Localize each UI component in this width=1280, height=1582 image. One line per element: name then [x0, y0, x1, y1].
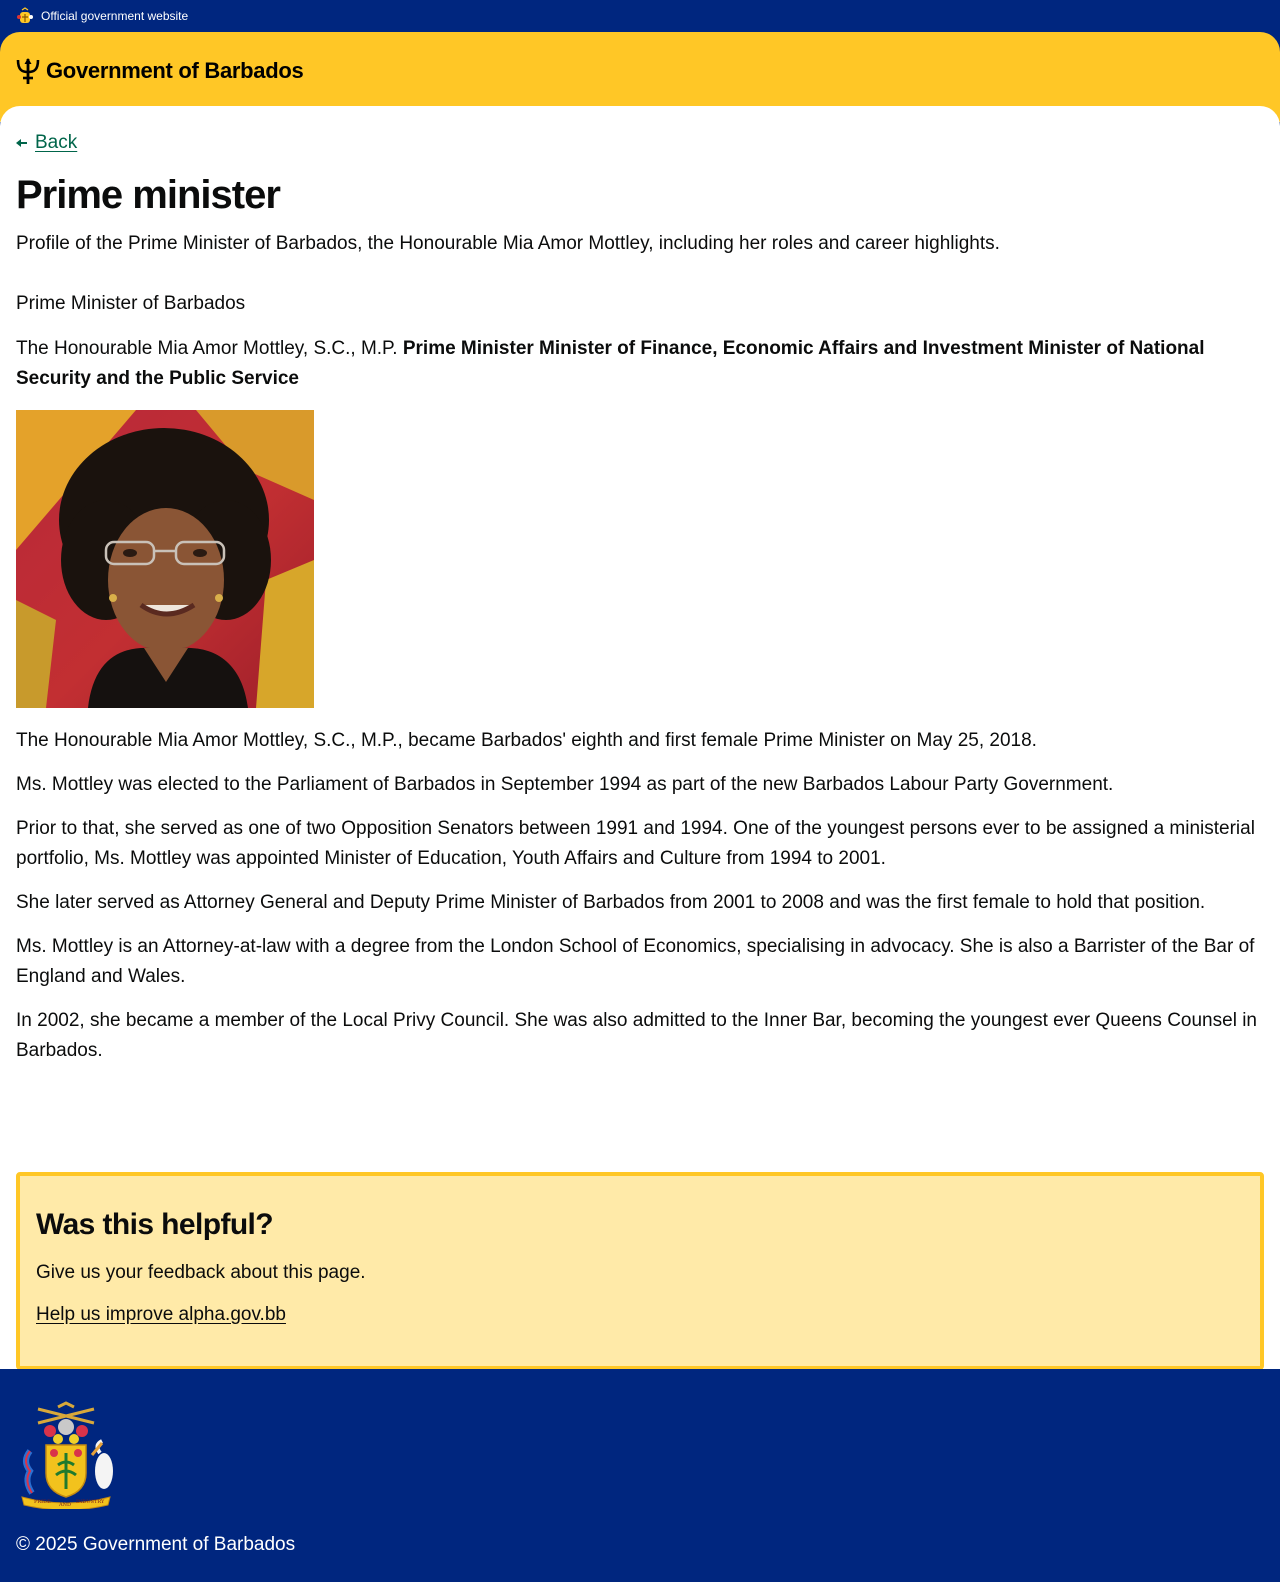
svg-text:INDUSTRY: INDUSTRY — [76, 1499, 105, 1505]
official-banner: Official government website — [0, 0, 1280, 32]
coat-of-arms-icon: PRIDE AND INDUSTRY — [21, 1401, 113, 1509]
svg-text:PRIDE: PRIDE — [34, 1499, 51, 1505]
biography: The Honourable Mia Amor Mottley, S.C., M… — [16, 726, 1264, 1066]
bio-paragraph: The Honourable Mia Amor Mottley, S.C., M… — [16, 730, 1037, 751]
copyright-text: © 2025 Government of Barbados — [16, 1534, 296, 1555]
arrow-left-icon — [16, 139, 27, 147]
role-heading: Prime Minister of Barbados — [16, 293, 246, 314]
bio-paragraph: Prior to that, she served as one of two … — [16, 818, 1255, 869]
site-brand-link[interactable]: Government of Barbados — [46, 56, 304, 86]
trident-icon — [16, 58, 40, 84]
site-footer: PRIDE AND INDUSTRY © 2025 Government of … — [0, 1369, 1280, 1578]
feedback-panel: Was this helpful? Give us your feedback … — [16, 1172, 1264, 1370]
main-content: Back Prime minister Profile of the Prime… — [0, 106, 1280, 1370]
page-lead: Profile of the Prime Minister of Barbado… — [16, 233, 1000, 254]
pm-name-and-roles: The Honourable Mia Amor Mottley, S.C., M… — [16, 334, 1264, 394]
bio-paragraph: In 2002, she became a member of the Loca… — [16, 1010, 1257, 1061]
bio-paragraph: Ms. Mottley was elected to the Parliamen… — [16, 774, 1114, 795]
back-link-row[interactable]: Back — [16, 132, 1264, 154]
page-title: Prime minister — [16, 173, 281, 217]
feedback-link[interactable]: Help us improve alpha.gov.bb — [36, 1304, 286, 1326]
official-banner-text: Official government website — [41, 9, 189, 23]
prime-minister-portrait — [16, 410, 314, 708]
feedback-heading: Was this helpful? — [36, 1208, 274, 1241]
bio-paragraph: She later served as Attorney General and… — [16, 892, 1206, 913]
bio-paragraph: Ms. Mottley is an Attorney-at-law with a… — [16, 936, 1255, 987]
back-link[interactable]: Back — [35, 132, 77, 154]
coat-of-arms-icon — [17, 7, 33, 23]
svg-text:AND: AND — [58, 1502, 71, 1508]
feedback-body: Give us your feedback about this page. — [36, 1262, 366, 1283]
pm-name: The Honourable Mia Amor Mottley, S.C., M… — [16, 338, 403, 359]
